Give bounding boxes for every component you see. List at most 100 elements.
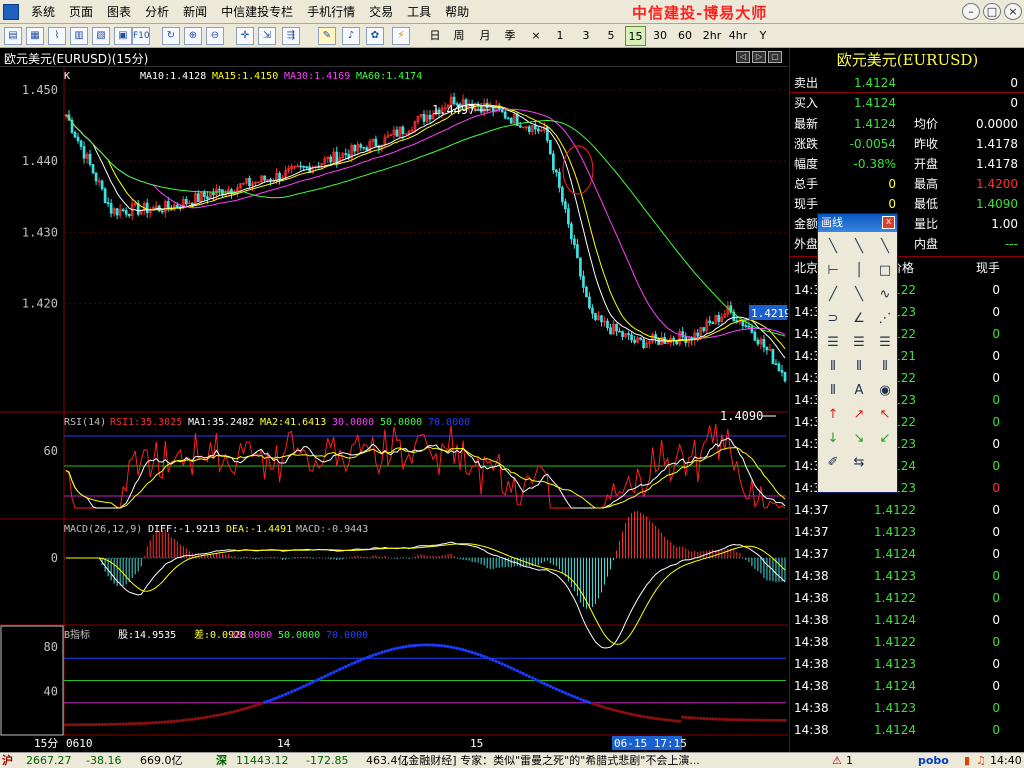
menu-4[interactable]: 新闻 (176, 0, 214, 24)
popup-close-icon[interactable]: x (882, 216, 895, 229)
period-tool-icon[interactable]: ⦀ (821, 356, 845, 378)
quote-label: 现手 (794, 197, 819, 211)
spiral-tool-icon[interactable]: ⦀ (821, 380, 845, 402)
rsi-legend-rsi1: RSI1:35.3025 (110, 417, 182, 428)
text-tool-icon[interactable]: A (847, 380, 871, 402)
period-15[interactable]: 15 (625, 26, 646, 46)
app-icon[interactable] (3, 4, 19, 20)
rect-tool-icon[interactable]: □ (873, 260, 897, 282)
next-icon[interactable]: ▷ (752, 51, 766, 63)
fan-tool-icon[interactable]: ⋰ (873, 308, 897, 330)
period-5[interactable]: 5 (605, 26, 617, 46)
period-4hr[interactable]: 4hr (726, 26, 750, 46)
trade-vol: 0 (992, 547, 1000, 561)
cycle-tool-icon[interactable]: ⦀ (847, 356, 871, 378)
chart-area[interactable]: 欧元美元(EURUSD)(15分) ◁ ▷ ▢ 1.450 1.440 1.430 1… (0, 48, 788, 752)
arc-tool-icon[interactable]: ⊃ (821, 308, 845, 330)
restore-icon[interactable]: □ (983, 3, 1001, 20)
alarm-bell-icon[interactable]: ♪ (342, 27, 360, 45)
time-tool-icon[interactable]: ⦀ (873, 356, 897, 378)
board-icon[interactable]: ▣ (114, 27, 132, 45)
high-label: 1.4497 (432, 103, 475, 117)
line-chart-icon[interactable]: ⌇ (48, 27, 66, 45)
down-right-arrow-icon[interactable]: ↘ (847, 428, 871, 450)
fibo-tool-icon[interactable]: ☰ (821, 332, 845, 354)
draw-line-icon[interactable]: ✎ (318, 27, 336, 45)
speaker-icon[interactable]: ♫ (976, 753, 986, 768)
period-week[interactable]: 周 (452, 26, 466, 46)
chart-icon[interactable]: ▦ (26, 27, 44, 45)
target-tool-icon[interactable]: ◉ (873, 380, 897, 402)
menu-3[interactable]: 分析 (138, 0, 176, 24)
layout-icon[interactable]: ▤ (4, 27, 22, 45)
period-day[interactable]: 日 (428, 26, 442, 46)
channel-tool-icon[interactable]: ╲ (847, 284, 871, 306)
lightning-icon[interactable]: ⚡ (392, 27, 410, 45)
period-y[interactable]: Y (756, 26, 770, 46)
menu-5[interactable]: 中信建投专栏 (214, 0, 300, 24)
chart-canvas[interactable]: 1.450 1.440 1.430 1.420 1.4497 1.4090 1.4219 K M… (0, 67, 788, 752)
angle-tool-icon[interactable]: ∠ (847, 308, 871, 330)
up-left-arrow-icon[interactable]: ↖ (873, 404, 897, 426)
period-30[interactable]: 30 (651, 26, 669, 46)
period-x[interactable]: × (530, 26, 542, 46)
sh-label: 沪 (2, 754, 13, 767)
wave-tool-icon[interactable]: ∿ (873, 284, 897, 306)
draw-line-popup: 画线 x ╲ ╲ ╲ ⊢ │ □ ╱ ╲ ∿ ⊃ ∠ ⋰ ☰ ☰ ☰ ⦀ ⦀ ⦀ ⦀ A ◉ ↑ ↗ ↖ ↓ ↘ ↙ ✐ ⇆ (817, 213, 898, 493)
line-tool-icon[interactable]: ╲ (821, 236, 845, 258)
buy-vol: 0 (1010, 96, 1018, 110)
trade-vol: 0 (992, 393, 1000, 407)
up-arrow-icon[interactable]: ↑ (821, 404, 845, 426)
period-3[interactable]: 3 (580, 26, 592, 46)
import-icon[interactable]: ⇶ (282, 27, 300, 45)
prev-icon[interactable]: ◁ (736, 51, 750, 63)
down-arrow-icon[interactable]: ↓ (821, 428, 845, 450)
quote-value: 1.00 (991, 217, 1018, 231)
trade-price: 1.4123 (874, 701, 916, 715)
period-2hr[interactable]: 2hr (700, 26, 724, 46)
close-icon[interactable]: × (1004, 3, 1022, 20)
period-month[interactable]: 月 (478, 26, 492, 46)
minimize-icon[interactable]: – (962, 3, 980, 20)
eraser-icon[interactable]: ✐ (821, 452, 845, 474)
period-60[interactable]: 60 (676, 26, 694, 46)
toolbar: ▤ ▦ ⌇ ▥ ▧ ▣ F10 ↻ ⊕ ⊖ ✛ ⇲ ⇶ ✎ ♪ ✿ ⚡ 日 周 … (0, 24, 1024, 48)
refresh-icon[interactable]: ↻ (162, 27, 180, 45)
gann-tool-icon[interactable]: ☰ (847, 332, 871, 354)
main-menu: 系统 页面 图表 分析 新闻 中信建投专栏 手机行情 交易 工具 帮助 (24, 0, 476, 24)
vline-tool-icon[interactable]: │ (847, 260, 871, 282)
hline-tool-icon[interactable]: ⊢ (821, 260, 845, 282)
news-ticker[interactable]: [金融财经] 专家：类似"雷曼之死"的"希腊式悲剧"不会上演... (404, 753, 724, 768)
macd-legend-diff: DIFF:-1.9213 (148, 524, 220, 535)
period-1[interactable]: 1 (554, 26, 566, 46)
popup-title: 画线 (821, 216, 843, 229)
legend-ma10: MA10:1.4128 (140, 71, 206, 82)
menu-1[interactable]: 页面 (62, 0, 100, 24)
zoom-in-icon[interactable]: ⊕ (184, 27, 202, 45)
swap-icon[interactable]: ⇆ (847, 452, 871, 474)
f10-icon[interactable]: F10 (132, 27, 150, 45)
zoom-out-icon[interactable]: ⊖ (206, 27, 224, 45)
segment-tool-icon[interactable]: ╲ (873, 236, 897, 258)
menu-7[interactable]: 交易 (362, 0, 400, 24)
menu-0[interactable]: 系统 (24, 0, 62, 24)
down-left-arrow-icon[interactable]: ↙ (873, 428, 897, 450)
table-icon[interactable]: ▧ (92, 27, 110, 45)
close-chart-icon[interactable]: ▢ (768, 51, 782, 63)
rsi-legend-l30: 30.0000 (332, 417, 374, 428)
menu-6[interactable]: 手机行情 (300, 0, 362, 24)
export-icon[interactable]: ⇲ (258, 27, 276, 45)
menu-9[interactable]: 帮助 (438, 0, 476, 24)
ray-tool-icon[interactable]: ╲ (847, 236, 871, 258)
indicator-icon[interactable]: ✿ (366, 27, 384, 45)
alert-icon[interactable]: ⚠ (832, 753, 842, 768)
grid-icon[interactable]: ▥ (70, 27, 88, 45)
crosshair-icon[interactable]: ✛ (236, 27, 254, 45)
trend-tool-icon[interactable]: ╱ (821, 284, 845, 306)
period-quarter[interactable]: 季 (503, 26, 517, 46)
menu-8[interactable]: 工具 (400, 0, 438, 24)
up-right-arrow-icon[interactable]: ↗ (847, 404, 871, 426)
menu-2[interactable]: 图表 (100, 0, 138, 24)
b-legend-name: B指标 (64, 628, 90, 641)
levels-tool-icon[interactable]: ☰ (873, 332, 897, 354)
